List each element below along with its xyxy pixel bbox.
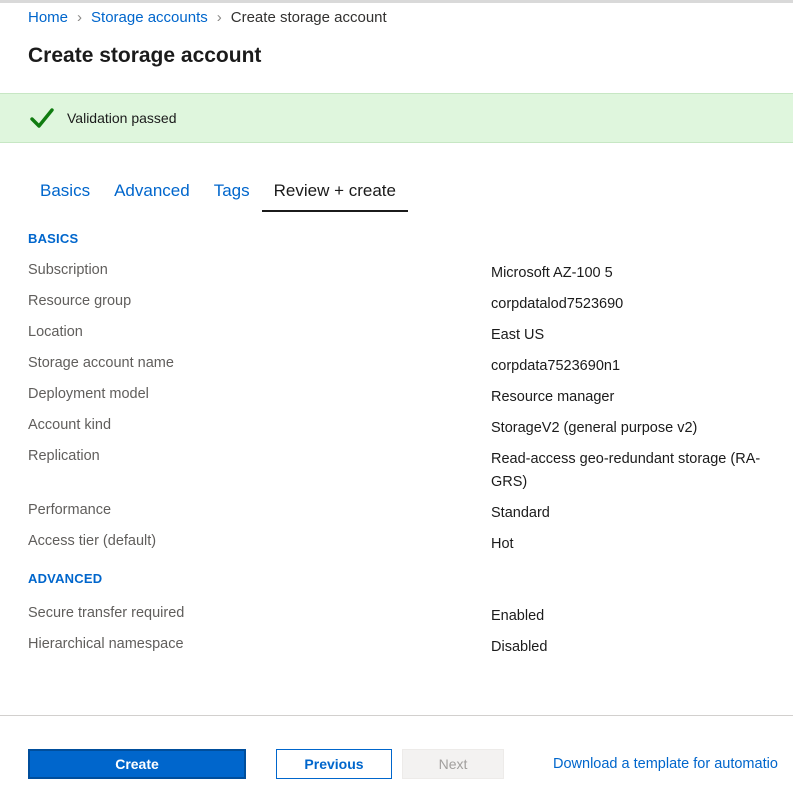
validation-message: Validation passed: [67, 110, 177, 126]
breadcrumb: Home › Storage accounts › Create storage…: [28, 9, 387, 26]
row-value: Disabled: [491, 639, 548, 655]
row-value: Enabled: [491, 608, 545, 624]
row-value: East US: [491, 327, 545, 343]
top-border: [0, 0, 793, 3]
previous-button[interactable]: Previous: [276, 749, 392, 779]
chevron-right-icon: ›: [77, 9, 83, 26]
row-label: Subscription: [28, 262, 108, 278]
row-label: Deployment model: [28, 386, 149, 402]
row-value: StorageV2 (general purpose v2): [491, 420, 698, 436]
breadcrumb-storage-accounts-link[interactable]: Storage accounts: [91, 9, 208, 26]
row-value: corpdata7523690n1: [491, 358, 621, 374]
row-label: Secure transfer required: [28, 605, 185, 621]
validation-banner: Validation passed: [0, 93, 793, 143]
row-label: Resource group: [28, 293, 132, 309]
tab-bar: Basics Advanced Tags Review + create: [28, 178, 408, 212]
row-value: corpdatalod7523690: [491, 296, 624, 312]
section-heading-advanced: ADVANCED: [28, 571, 103, 586]
row-value: Microsoft AZ-100 5: [491, 265, 613, 281]
tab-tags[interactable]: Tags: [202, 178, 262, 212]
row-value: Standard: [491, 505, 550, 521]
check-icon: [29, 105, 55, 131]
download-template-link[interactable]: Download a template for automatio: [553, 756, 778, 772]
row-value: Read-access geo-redundant storage (RA-GR…: [491, 451, 761, 490]
row-label: Access tier (default): [28, 533, 157, 549]
row-label: Location: [28, 324, 83, 340]
row-label: Performance: [28, 502, 112, 518]
create-button[interactable]: Create: [28, 749, 246, 779]
breadcrumb-current: Create storage account: [230, 9, 387, 26]
tab-basics[interactable]: Basics: [28, 178, 102, 212]
row-label: Hierarchical namespace: [28, 636, 184, 652]
row-value: Hot: [491, 536, 514, 552]
breadcrumb-home-link[interactable]: Home: [28, 9, 68, 26]
row-label: Storage account name: [28, 355, 174, 371]
page-title: Create storage account: [28, 44, 262, 67]
footer-divider: [0, 715, 793, 716]
row-label: Account kind: [28, 417, 112, 433]
chevron-right-icon: ›: [216, 9, 222, 26]
section-heading-basics: BASICS: [28, 231, 79, 246]
tab-advanced[interactable]: Advanced: [102, 178, 202, 212]
row-value: Resource manager: [491, 389, 615, 405]
tab-review-create[interactable]: Review + create: [261, 178, 408, 212]
next-button: Next: [402, 749, 504, 779]
row-label: Replication: [28, 448, 100, 464]
